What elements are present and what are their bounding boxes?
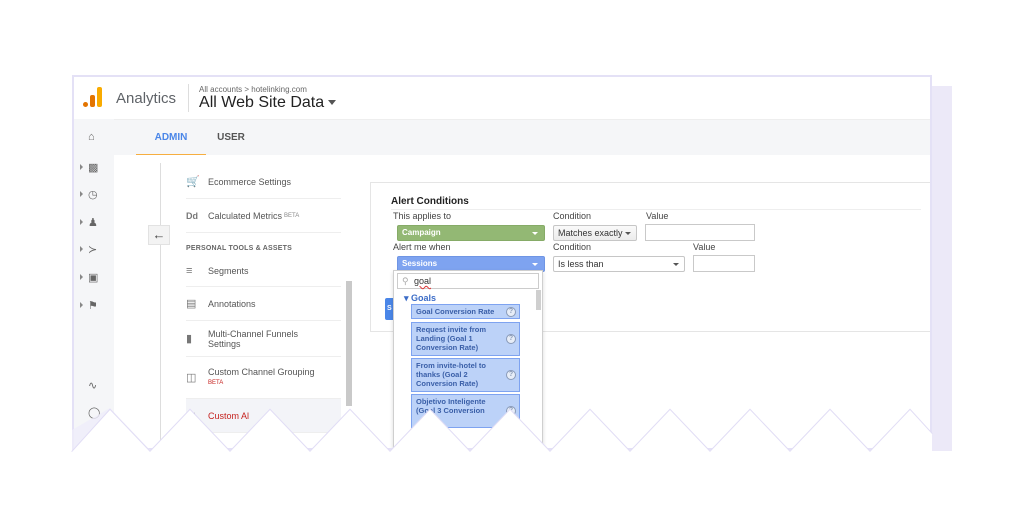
- value-input-1[interactable]: [645, 224, 755, 241]
- segments-icon: ≡: [186, 264, 193, 277]
- analytics-logo-icon[interactable]: [82, 87, 104, 109]
- condition-label: Condition: [553, 242, 592, 252]
- metric-dropdown: ⚲ goal ▾ Goals Goal Conversion Rate ? Re…: [393, 270, 543, 448]
- column-scrollbar[interactable]: [346, 281, 352, 406]
- group-goals[interactable]: ▾ Goals: [404, 293, 436, 304]
- chevron-down-icon: [625, 232, 631, 235]
- admin-tab-bar: ADMIN USER: [74, 119, 930, 156]
- property-name: All Web Site Data: [199, 93, 325, 111]
- dd-icon: Dd: [186, 210, 198, 221]
- channel-icon: ◫: [186, 372, 197, 384]
- clock-icon[interactable]: ◷: [80, 184, 106, 204]
- chevron-down-icon: [673, 263, 679, 266]
- megaphone-icon: ◄: [186, 409, 197, 422]
- menu-item-custom-alerts[interactable]: ◄ Custom Al: [186, 399, 341, 433]
- menu-item-calculated-metrics[interactable]: Dd Calculated Metrics BETA: [186, 199, 341, 233]
- person-icon[interactable]: ♟: [80, 212, 106, 232]
- menu-item-ecommerce-settings[interactable]: 🛒 Ecommerce Settings: [186, 165, 341, 199]
- dropdown-scrollbar[interactable]: [536, 290, 541, 310]
- option-goal-1-conversion-rate[interactable]: Request invite from Landing (Goal 1 Conv…: [411, 322, 520, 356]
- option-goal-3-conversion-rate[interactable]: Objetivo Inteligente (Goal 3 Conversion …: [411, 394, 520, 428]
- menu-item-multi-channel-funnels[interactable]: ▮ Multi-Channel Funnels Settings: [186, 321, 341, 357]
- app-name: Analytics: [116, 89, 177, 107]
- help-icon[interactable]: ?: [506, 334, 516, 344]
- condition-select-2[interactable]: Is less than: [553, 256, 685, 272]
- behavior-icon[interactable]: ▣: [80, 267, 106, 287]
- alert-conditions-title: Alert Conditions: [391, 196, 469, 207]
- tab-user[interactable]: USER: [206, 120, 256, 156]
- metric-search-input[interactable]: ⚲ goal: [397, 273, 539, 289]
- option-goal-conversion-rate[interactable]: Goal Conversion Rate ?: [411, 304, 520, 319]
- condition-select-1[interactable]: Matches exactly: [553, 225, 637, 241]
- help-icon[interactable]: ?: [506, 306, 516, 317]
- caret-down-icon: [328, 100, 337, 105]
- bar-chart-icon: ▮: [186, 333, 193, 345]
- section-header: PERSONAL TOOLS & ASSETS: [186, 245, 292, 252]
- beta-badge: BETA: [208, 379, 224, 386]
- home-icon[interactable]: ⌂: [88, 127, 114, 147]
- divider: [188, 84, 190, 112]
- analytics-window: Analytics All accounts > hotelinking.com…: [72, 75, 932, 450]
- condition-label: Condition: [553, 211, 592, 221]
- column-divider: [160, 163, 161, 448]
- menu-item-segments[interactable]: ≡ Segments: [186, 255, 341, 287]
- chevron-down-icon: [532, 232, 538, 235]
- lightbulb-icon[interactable]: ◯: [88, 402, 114, 422]
- option-goal-2-conversion-rate[interactable]: From invite-hotel to thanks (Goal 2 Conv…: [411, 358, 520, 392]
- value-label: Value: [693, 242, 716, 252]
- acquisition-icon[interactable]: ≻: [80, 239, 106, 259]
- property-selector[interactable]: All Web Site Data: [199, 93, 337, 112]
- tab-admin[interactable]: ADMIN: [136, 120, 206, 156]
- chevron-down-icon: [532, 263, 538, 266]
- menu-item-custom-channel-grouping[interactable]: ◫ Custom Channel Grouping BETA: [186, 357, 341, 399]
- dashboard-icon[interactable]: ▩: [80, 157, 106, 177]
- value-input-2[interactable]: [693, 255, 755, 272]
- help-icon[interactable]: ?: [506, 370, 516, 380]
- applies-to-select[interactable]: Campaign: [397, 225, 545, 241]
- search-icon: ⚲: [402, 276, 409, 286]
- divider: [391, 209, 921, 210]
- decorative-shadow-panel: [930, 86, 952, 451]
- left-nav: ⌂ ▩ ◷ ♟ ≻ ▣ ⚑ ∿ ◯: [74, 119, 114, 448]
- beta-badge: BETA: [284, 212, 300, 219]
- applies-to-label: This applies to: [393, 211, 452, 221]
- value-label: Value: [646, 211, 669, 221]
- flag-icon[interactable]: ⚑: [80, 295, 106, 315]
- breadcrumb[interactable]: All accounts > hotelinking.com: [199, 85, 336, 94]
- help-icon[interactable]: ?: [506, 406, 516, 416]
- cart-icon: 🛒: [186, 176, 200, 188]
- back-arrow-button[interactable]: ←: [148, 225, 170, 245]
- discover-icon[interactable]: ∿: [88, 375, 114, 395]
- admin-column: ← 🛒 Ecommerce Settings Dd Calculated Met…: [114, 155, 354, 448]
- menu-item-annotations[interactable]: ▤ Annotations: [186, 287, 341, 321]
- account-selector[interactable]: All accounts > hotelinking.com All Web S…: [199, 85, 337, 112]
- annotation-icon: ▤: [186, 298, 197, 310]
- top-bar: Analytics All accounts > hotelinking.com…: [74, 77, 930, 119]
- alert-me-when-label: Alert me when: [393, 242, 451, 252]
